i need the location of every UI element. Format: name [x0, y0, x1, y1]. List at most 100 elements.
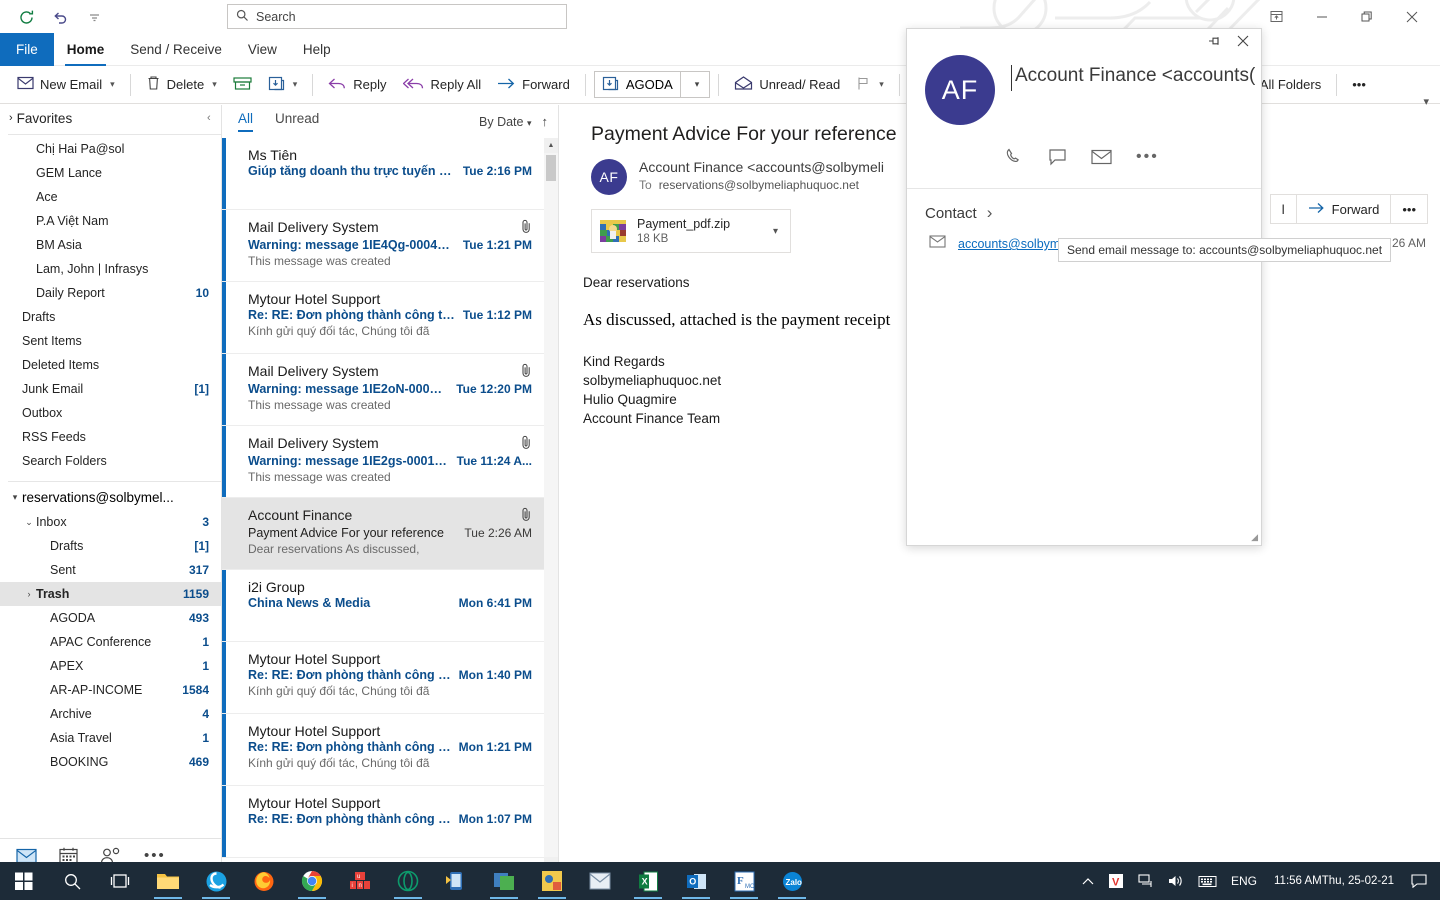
- opera-icon[interactable]: [384, 862, 432, 900]
- scrollbar-thumb[interactable]: [546, 155, 556, 181]
- message-list-item[interactable]: Mytour Hotel Support Re: RE: Đơn phòng th…: [222, 786, 544, 858]
- folder-item[interactable]: Sent Items: [0, 329, 221, 353]
- search-box[interactable]: Search: [227, 4, 567, 29]
- search-icon[interactable]: [48, 862, 96, 900]
- minimize-icon[interactable]: [1299, 0, 1344, 33]
- v-app-icon[interactable]: V: [1101, 862, 1131, 900]
- tab-send-receive[interactable]: Send / Receive: [117, 33, 235, 66]
- reply-all-button[interactable]: Reply All: [396, 70, 489, 100]
- pin-icon[interactable]: [1203, 31, 1227, 51]
- message-overflow-button[interactable]: •••: [1390, 194, 1428, 224]
- folder-item[interactable]: APAC Conference 1: [0, 630, 221, 654]
- folder-item[interactable]: Outbox: [0, 401, 221, 425]
- chevron-down-icon[interactable]: ▾: [293, 79, 298, 90]
- resize-handle[interactable]: ◢: [1251, 532, 1258, 543]
- folder-item[interactable]: Chị Hai Pa@sol: [0, 137, 221, 161]
- unread-read-button[interactable]: Unread/ Read: [727, 70, 847, 100]
- folder-item[interactable]: AGODA 493: [0, 606, 221, 630]
- attachment-item[interactable]: Payment_pdf.zip 18 KB ▾: [591, 209, 791, 253]
- clock[interactable]: 11:56 AM Thu, 25-02-21: [1264, 862, 1404, 900]
- tab-home[interactable]: Home: [54, 33, 118, 66]
- message-list-item[interactable]: Mail Delivery System Warning: message 1IE…: [222, 354, 544, 426]
- outlook-icon[interactable]: O: [672, 862, 720, 900]
- move-to-button[interactable]: ▾: [261, 70, 305, 100]
- message-list-item[interactable]: Mail Delivery System Warning: message 1IE…: [222, 426, 544, 498]
- message-list-item[interactable]: Mytour Hotel Support Re: RE: Đơn phòng th…: [222, 714, 544, 786]
- internet-explorer-icon[interactable]: [192, 862, 240, 900]
- new-email-button[interactable]: New Email ▾: [10, 70, 122, 100]
- contact-section-header[interactable]: Contact ›: [907, 189, 1261, 223]
- sort-direction-icon[interactable]: ↑: [542, 114, 549, 129]
- show-hidden-icons-icon[interactable]: [1075, 862, 1101, 900]
- filter-unread[interactable]: Unread: [275, 111, 319, 132]
- folder-item[interactable]: AR-AP-INCOME 1584: [0, 678, 221, 702]
- restore-icon[interactable]: [1344, 0, 1389, 33]
- folder-item[interactable]: Drafts: [0, 305, 221, 329]
- close-icon[interactable]: [1231, 31, 1255, 51]
- fmc-icon[interactable]: F MC: [720, 862, 768, 900]
- unikey-icon[interactable]: uin: [336, 862, 384, 900]
- chevron-down-icon[interactable]: ▾: [688, 79, 707, 90]
- file-explorer-icon[interactable]: [144, 862, 192, 900]
- folder-item[interactable]: BM Asia: [0, 233, 221, 257]
- reply-button[interactable]: Reply: [321, 70, 393, 100]
- folder-item[interactable]: Deleted Items: [0, 353, 221, 377]
- network-icon[interactable]: [1131, 862, 1161, 900]
- folder-item[interactable]: GEM Lance: [0, 161, 221, 185]
- archive-button[interactable]: [226, 70, 259, 100]
- chevron-down-icon[interactable]: ▾: [212, 79, 217, 90]
- folder-item[interactable]: RSS Feeds: [0, 425, 221, 449]
- search-input-text[interactable]: Search: [256, 10, 296, 24]
- folder-item[interactable]: Daily Report 10: [0, 281, 221, 305]
- more-options-icon[interactable]: •••: [1136, 148, 1159, 166]
- chat-icon[interactable]: [1048, 148, 1067, 166]
- flag-button[interactable]: ▾: [849, 70, 891, 100]
- filter-all[interactable]: All: [238, 111, 254, 132]
- ribbon-overflow-button[interactable]: •••: [1345, 70, 1373, 100]
- forward-button[interactable]: Forward: [490, 70, 577, 100]
- account-root-reservations[interactable]: ▾ reservations@solbymel...: [0, 484, 221, 510]
- message-list-item[interactable]: Ms Tiên Giúp tăng doanh thu trực tuyến v.…: [222, 138, 544, 210]
- app-yellow-icon[interactable]: [528, 862, 576, 900]
- all-folders-button[interactable]: All Folders: [1253, 70, 1328, 100]
- teamviewer-icon[interactable]: [432, 862, 480, 900]
- message-list-scrollbar[interactable]: ▲ ▼: [544, 138, 558, 872]
- favorites-header[interactable]: › Favorites: [0, 105, 221, 131]
- language-indicator[interactable]: ENG: [1224, 862, 1264, 900]
- email-icon[interactable]: [1091, 149, 1112, 165]
- folder-item[interactable]: P.A Việt Nam: [0, 209, 221, 233]
- folder-item[interactable]: ⌄ Inbox 3: [0, 510, 221, 534]
- folder-item[interactable]: APEX 1: [0, 654, 221, 678]
- message-list-item[interactable]: Mytour Hotel Support Re: RE: Đơn phòng th…: [222, 642, 544, 714]
- delete-button[interactable]: Delete ▾: [139, 70, 224, 100]
- chrome-icon[interactable]: [288, 862, 336, 900]
- keyboard-icon[interactable]: [1191, 862, 1224, 900]
- contact-name[interactable]: Account Finance <accounts(: [1011, 65, 1255, 91]
- folder-chevron[interactable]: ⌄: [22, 517, 36, 528]
- folder-item[interactable]: Search Folders: [0, 449, 221, 473]
- zalo-icon[interactable]: Zalo: [768, 862, 816, 900]
- tab-file[interactable]: File: [0, 33, 54, 66]
- collapse-folder-pane-icon[interactable]: ‹: [207, 112, 211, 124]
- firefox-icon[interactable]: [240, 862, 288, 900]
- message-list-item[interactable]: i2i Group China News & Media Mon 6:41 PM: [222, 570, 544, 642]
- folder-item[interactable]: Lam, John | Infrasys: [0, 257, 221, 281]
- folder-item[interactable]: Archive 4: [0, 702, 221, 726]
- excel-icon[interactable]: X: [624, 862, 672, 900]
- folder-chevron[interactable]: ›: [22, 589, 36, 599]
- undo-icon[interactable]: [48, 5, 72, 29]
- message-list-item[interactable]: Mytour Hotel Support Re: RE: Đơn phòng th…: [222, 282, 544, 354]
- folder-item[interactable]: BOOKING 469: [0, 750, 221, 774]
- tab-view[interactable]: View: [235, 33, 290, 66]
- folder-item[interactable]: Ace: [0, 185, 221, 209]
- phone-icon[interactable]: [1005, 147, 1024, 166]
- folder-item[interactable]: Sent 317: [0, 558, 221, 582]
- task-view-icon[interactable]: [96, 862, 144, 900]
- folder-item[interactable]: Asia Travel 1: [0, 726, 221, 750]
- tab-help[interactable]: Help: [290, 33, 344, 66]
- customize-quick-access-icon[interactable]: [82, 5, 106, 29]
- scroll-up-icon[interactable]: ▲: [544, 138, 558, 153]
- chevron-down-icon[interactable]: ▾: [879, 79, 884, 90]
- move-to-agoda-button[interactable]: AGODA ▾: [593, 71, 711, 98]
- close-icon[interactable]: [1389, 0, 1434, 33]
